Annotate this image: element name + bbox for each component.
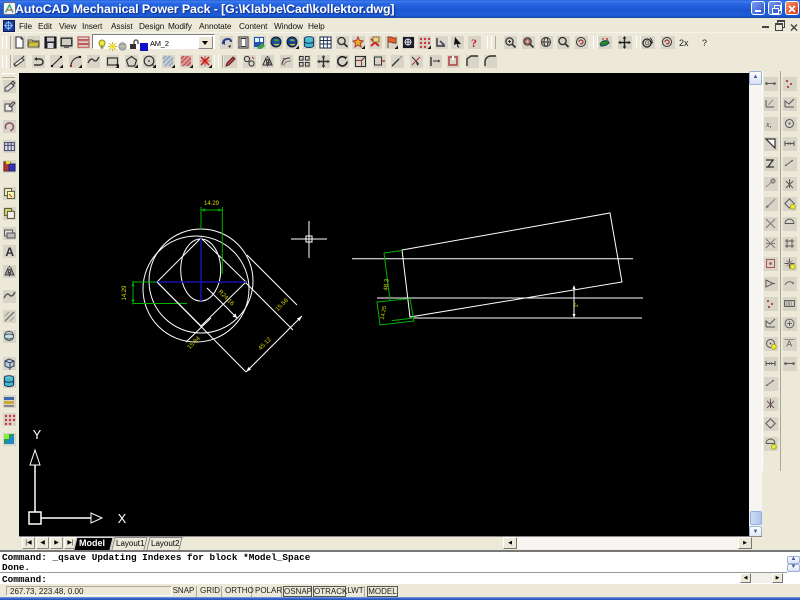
svg-text:14.29: 14.29 (122, 285, 128, 301)
svg-text:x,: x, (765, 120, 772, 129)
svg-text:Y: Y (33, 427, 42, 442)
svg-text:A: A (5, 245, 14, 258)
svg-text:A: A (786, 339, 792, 349)
svg-text:?: ? (702, 38, 707, 48)
svg-text:G: G (645, 41, 650, 47)
svg-text:45.12: 45.12 (258, 336, 273, 351)
svg-text:15.94: 15.94 (187, 335, 202, 350)
svg-text:15.56: 15.56 (275, 297, 290, 312)
svg-text:2x: 2x (679, 38, 689, 48)
svg-text:14.29: 14.29 (204, 201, 220, 207)
svg-text:1°: 1° (574, 303, 580, 308)
svg-text:X: X (118, 511, 127, 526)
svg-text:00: 00 (786, 302, 792, 308)
svg-text:?: ? (471, 36, 477, 49)
svg-text:14.25: 14.25 (380, 306, 388, 321)
svg-text:48.3: 48.3 (383, 278, 390, 291)
svg-text:R24.16: R24.16 (217, 289, 235, 307)
